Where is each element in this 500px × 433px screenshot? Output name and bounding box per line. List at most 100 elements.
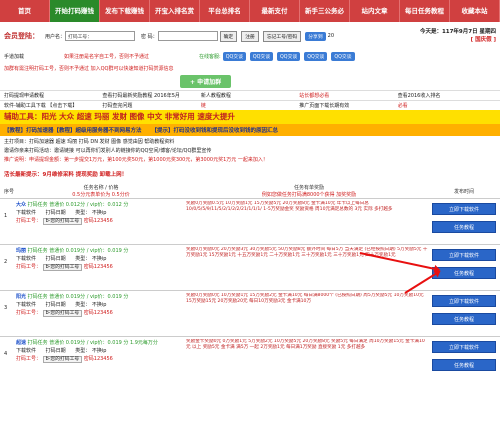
header-reward: 任务有单奖励 例如您做任务打码满8000个获得 加奖奖励 — [186, 184, 432, 198]
qq-chat-button-1[interactable]: QQ交谈 — [222, 51, 246, 61]
link-software-download[interactable]: 软件-辅助工具下载 【点击下载】 — [4, 102, 102, 109]
top-nav: 首页 开始打码赚钱 发布下载赚钱 开宝入排名赏 平台总排名 最新支付 新手三公务… — [0, 0, 500, 22]
password-hint: 密码123456 — [83, 218, 113, 224]
link-income-ranking[interactable]: 查看2016收入排名 — [398, 92, 496, 99]
qq-chat-button-2[interactable]: QQ交谈 — [249, 51, 274, 61]
type-value: 不换ip — [91, 210, 107, 216]
date-display: 今天是：117年9月7日 星期四 [ 国庆假 ] — [420, 28, 496, 44]
password-label: 密 码： — [141, 33, 158, 40]
task-tutorial-button[interactable]: 任务教程 — [432, 221, 496, 233]
download-label: 下载软件 — [16, 302, 37, 308]
download-software-button[interactable]: 立即下载软件 — [432, 341, 496, 353]
header-no: 序号 — [4, 189, 15, 195]
task-price: 打码任务 普通价 0.019分 / vip价：0.019 分 1.9元每万分 — [27, 340, 158, 346]
qq-chat-button-4[interactable]: QQ交谈 — [304, 51, 328, 61]
task-name[interactable]: 超速 — [16, 340, 26, 346]
nav-item-daily-tutorial[interactable]: 每日任务教程 — [400, 0, 450, 22]
task-info: 玛丽 打码任务 普通价 0.019分 / vip价：0.019 分 下载软件 打… — [16, 247, 186, 272]
nav-item-download-earn[interactable]: 发布下载赚钱 — [100, 0, 150, 22]
task-price: 打码任务 普通价 0.019分 / vip价：0.019 分 — [27, 248, 129, 254]
work-code-input[interactable]: b-您的打码工号 — [42, 264, 83, 271]
table-row: 1 大众 打码任务 普通价 0.012分 / vip价：0.012 分 下载软件… — [0, 198, 500, 244]
link-newbie-tutorial[interactable]: 新人教程教程 — [201, 92, 299, 99]
nav-item-home[interactable]: 首页 — [0, 0, 50, 22]
task-list: 1 大众 打码任务 普通价 0.012分 / vip价：0.012 分 下载软件… — [0, 198, 500, 382]
qq-chat-button-3[interactable]: QQ交谈 — [277, 51, 301, 61]
links-row-1: 打码提现申请教程 查看打码最新奖励教程 2016年5月 新人教程教程 站长都想必… — [0, 90, 500, 100]
password-input[interactable] — [157, 31, 218, 41]
join-group-button[interactable]: + 申请加群 — [180, 75, 232, 88]
login-button[interactable]: 确定 — [219, 30, 238, 42]
task-table-header: 序号 任务名称 / 价格 0.5分元表单价为 0.5分价 任务有单奖励 例如您做… — [0, 184, 500, 198]
task-tutorial-button[interactable]: 任务教程 — [432, 359, 496, 371]
task-name[interactable]: 大众 — [16, 202, 26, 208]
type-value: 不换ip — [91, 256, 107, 262]
task-price: 打码任务 普通价 0.019分 / vip价：0.019 分 — [27, 294, 129, 300]
download-software-button[interactable]: 立即下载软件 — [432, 295, 496, 307]
nav-item-newbie[interactable]: 新手三公务必 — [300, 0, 350, 22]
nav-item-latest-payment[interactable]: 最新支付 — [250, 0, 300, 22]
nav-item-ranking-reward[interactable]: 开宝入排名赏 — [150, 0, 200, 22]
table-row: 3 阳光 打码任务 普通价 0.019分 / vip价：0.019 分 下载软件… — [0, 290, 500, 336]
online-service-label: 在线客服: — [199, 53, 221, 60]
task-no: 2 — [4, 259, 8, 265]
link-must-read[interactable]: 站长都想必看 — [299, 92, 397, 99]
task-tutorial-button[interactable]: 任务教程 — [432, 313, 496, 325]
task-buttons: 立即下载软件 任务教程 — [432, 339, 496, 371]
holiday-line: [ 国庆假 ] — [470, 37, 496, 43]
invite-line: 邀请你亲来打码活动：邀请链接 可以再你们发别人的链接你的QQ空间/博客/论坛/Q… — [4, 148, 212, 154]
type-label: 类型： — [75, 210, 91, 216]
user-add-label: 手道加载 — [4, 53, 25, 60]
work-label: 打码工号： — [16, 310, 42, 316]
download-value: 打码日期 — [45, 302, 66, 308]
link-coding-issue[interactable]: 打码查完问题 — [102, 102, 200, 109]
nav-item-start-coding[interactable]: 开始打码赚钱 — [50, 0, 100, 22]
work-label: 打码工号： — [16, 356, 42, 362]
task-info: 大众 打码任务 普通价 0.012分 / vip价：0.012 分 下载软件 打… — [16, 201, 186, 226]
work-code-input[interactable]: b-您的打码工号 — [42, 310, 83, 317]
nav-item-articles[interactable]: 站内文章 — [350, 0, 400, 22]
header-publish: 发布时间 — [453, 189, 474, 195]
forgot-button[interactable]: 忘记工号/密码 — [262, 30, 302, 42]
download-software-button[interactable]: 立即下载软件 — [432, 203, 496, 215]
header-reward-note: 例如您做任务打码满8000个获得 加奖奖励 — [261, 192, 357, 198]
withdraw-issue-link[interactable]: 【提示】打码没收到钱和提现后没收到钱的原因汇总 — [152, 126, 279, 134]
main-projects: 主打项目：打码加速器 超速 玛丽 打码 DN 发财 图像 感觉由因 帮助教程资料 — [4, 139, 175, 145]
task-name[interactable]: 玛丽 — [16, 248, 26, 254]
group-notice: 加群有需注明打码工号，否则不予通过 加入QQ群可以快速知道打码赏源信息 — [4, 66, 174, 72]
link-promo-download[interactable]: 推广页面下载长期有效 — [299, 102, 397, 109]
header-task-label: 任务名称 / 价格 — [83, 185, 119, 191]
download-software-button[interactable]: 立即下载软件 — [432, 249, 496, 261]
download-label: 下载软件 — [16, 210, 37, 216]
link-reward-tutorial[interactable]: 查看打码最新奖励教程 2016年5月 — [102, 92, 200, 99]
qq-chat-button-5[interactable]: QQ交谈 — [331, 51, 355, 61]
link-chain[interactable]: 链 — [201, 102, 299, 109]
share-button[interactable]: 分享到 — [305, 31, 326, 41]
task-info: 超速 打码任务 普通价 0.019分 / vip价：0.019 分 1.9元每万… — [16, 339, 186, 364]
latest-tips: 活长最新提示：9月维修采料 提现奖励 卸载上网！ — [4, 172, 128, 178]
header-reward-label: 任务有单奖励 — [293, 185, 324, 191]
nav-item-total-ranking[interactable]: 平台总排名 — [200, 0, 250, 22]
register-warning: 如果注册是名字自工号，否则不予通过 — [64, 53, 150, 60]
accelerator-tutorial-link[interactable]: 【教程】打码加速器【教程】超级用服务器不到网易方法 — [4, 126, 142, 134]
task-name[interactable]: 阳光 — [16, 294, 26, 300]
username-input[interactable]: 打码工号： — [65, 31, 136, 41]
work-code-input[interactable]: b-您的打码工号 — [42, 218, 83, 225]
task-buttons: 立即下载软件 任务教程 — [432, 201, 496, 233]
link-must-read-2[interactable]: 必看 — [398, 102, 496, 109]
task-reward-desc: 奖励0万奖励0元 20万奖励3元 30万奖励5元 50万奖励8元 额外时间 每日… — [186, 247, 428, 258]
work-label: 打码工号： — [16, 218, 42, 224]
date-line: 今天是：117年9月7日 星期四 — [419, 29, 496, 35]
login-label: 会员登陆： — [4, 32, 39, 40]
type-value: 不换ip — [91, 302, 107, 308]
register-button[interactable]: 注册 — [241, 30, 259, 42]
nav-item-bookmark[interactable]: 收藏本站 — [450, 0, 500, 22]
task-no: 3 — [4, 305, 8, 311]
work-code-input[interactable]: b-您的打码工号 — [42, 356, 83, 363]
task-buttons: 立即下载软件 任务教程 — [432, 293, 496, 325]
table-row: 4 超速 打码任务 普通价 0.019分 / vip价：0.019 分 1.9元… — [0, 336, 500, 382]
type-label: 类型： — [75, 256, 91, 262]
task-info: 阳光 打码任务 普通价 0.019分 / vip价：0.019 分 下载软件 打… — [16, 293, 186, 318]
password-hint: 密码123456 — [83, 264, 113, 270]
link-withdraw-tutorial[interactable]: 打码提现申请教程 — [4, 92, 102, 99]
